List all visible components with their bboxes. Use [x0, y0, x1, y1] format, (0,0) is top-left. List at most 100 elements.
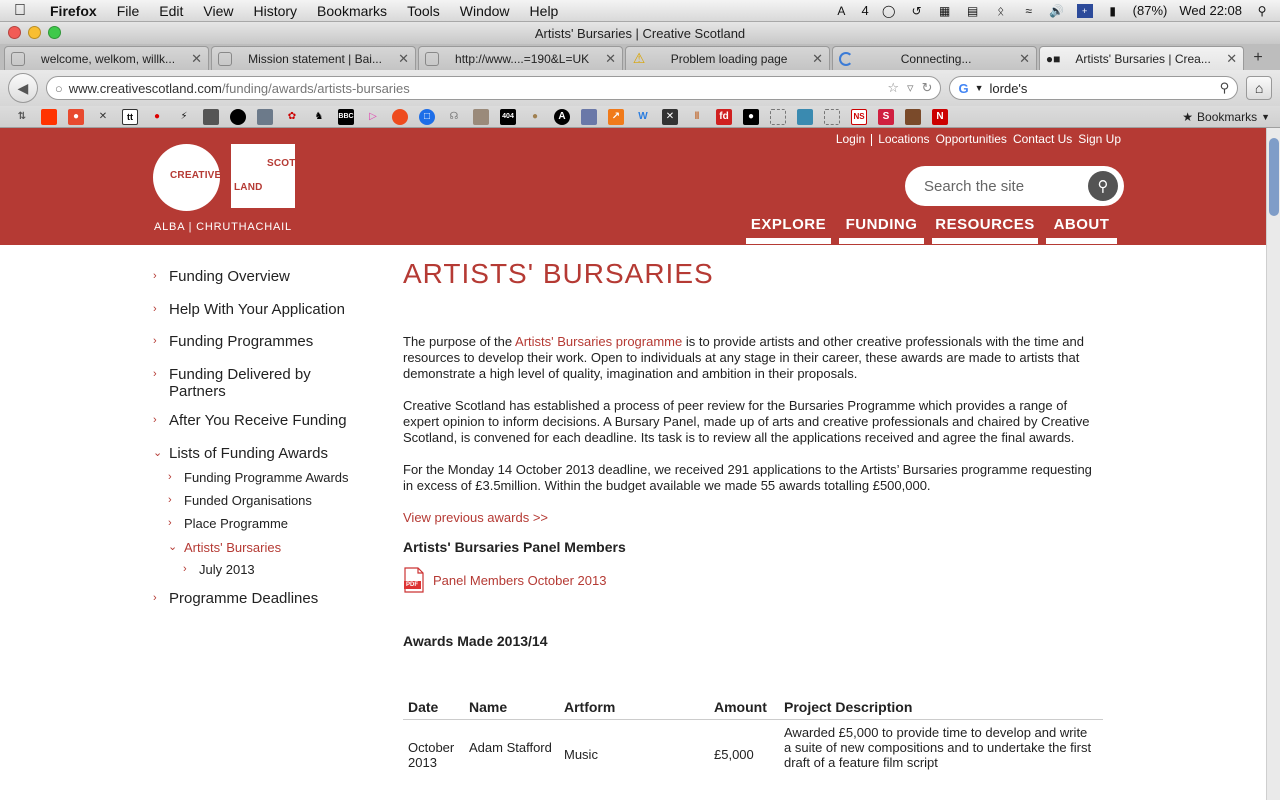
bookmark-icon[interactable]: [230, 108, 246, 125]
bookmark-icon[interactable]: 404: [500, 108, 516, 125]
page-scrollbar[interactable]: [1266, 128, 1280, 800]
sidebar-subitem-programme-awards[interactable]: › Funding Programme Awards: [168, 469, 349, 486]
bookmark-icon[interactable]: ⚡: [176, 109, 192, 125]
google-icon[interactable]: G: [958, 81, 968, 96]
reload-icon[interactable]: ↻: [922, 80, 933, 96]
bookmark-icon[interactable]: [797, 108, 813, 125]
bluetooth-icon[interactable]: ᛟ: [993, 4, 1009, 18]
bookmark-icon[interactable]: [392, 108, 408, 125]
bookmark-icon[interactable]: A: [554, 108, 570, 125]
nav-resources[interactable]: RESOURCES: [932, 216, 1038, 244]
bookmark-icon[interactable]: [473, 108, 489, 125]
tab-3[interactable]: http://www....=190&L=UK ✕: [418, 46, 624, 70]
bookmark-icon[interactable]: ✕: [95, 109, 111, 125]
sidebar-subitem-july-2013[interactable]: › July 2013: [183, 561, 255, 578]
close-icon[interactable]: ✕: [605, 51, 616, 67]
bookmark-icon[interactable]: NS: [851, 108, 867, 125]
url-bar[interactable]: ○ www.creativescotland.com/funding/award…: [45, 76, 942, 100]
site-search-input[interactable]: Search the site: [924, 178, 1024, 195]
bookmark-icon[interactable]: ▷: [365, 109, 381, 125]
menu-edit[interactable]: Edit: [149, 3, 193, 19]
time-machine-icon[interactable]: ↺: [909, 4, 925, 18]
contact-us-link[interactable]: Contact Us: [1010, 132, 1075, 146]
search-bar[interactable]: G ▼ lorde's ⚲: [949, 76, 1239, 100]
wifi-icon[interactable]: ≈: [1021, 4, 1037, 18]
nav-funding[interactable]: FUNDING: [839, 216, 924, 244]
bookmark-icon[interactable]: tt: [122, 108, 138, 125]
sidebar-item-lists-of-awards[interactable]: ⌄ Lists of Funding Awards: [153, 445, 328, 462]
tab-2[interactable]: Mission statement | Bai... ✕: [211, 46, 417, 70]
sync-icon[interactable]: ◯: [881, 4, 897, 18]
list-icon[interactable]: ▤: [965, 4, 981, 18]
nav-explore[interactable]: EXPLORE: [746, 216, 831, 244]
grid-icon[interactable]: ▦: [937, 4, 953, 18]
star-icon[interactable]: ☆: [887, 80, 899, 96]
bookmark-icon[interactable]: [905, 108, 921, 125]
menu-bookmarks[interactable]: Bookmarks: [307, 3, 397, 19]
bursaries-programme-link[interactable]: Artists' Bursaries programme: [515, 334, 682, 349]
bookmark-icon[interactable]: ⇅: [14, 109, 30, 125]
site-search-box[interactable]: Search the site ⚲: [905, 166, 1124, 206]
search-input[interactable]: lorde's: [990, 81, 1028, 96]
nav-about[interactable]: ABOUT: [1046, 216, 1117, 244]
tab-6-active[interactable]: ●■ Artists' Bursaries | Crea... ✕: [1039, 46, 1245, 70]
menu-app-firefox[interactable]: Firefox: [40, 3, 107, 19]
search-engine-dropdown-icon[interactable]: ▼: [975, 83, 984, 93]
bookmark-icon[interactable]: ●: [149, 109, 165, 125]
sidebar-item-delivered-by-partners[interactable]: › Funding Delivered by Partners: [153, 366, 353, 400]
menu-tools[interactable]: Tools: [397, 3, 450, 19]
dropdown-icon[interactable]: ▿: [907, 80, 914, 96]
sidebar-item-after-funding[interactable]: › After You Receive Funding: [153, 412, 347, 429]
menu-help[interactable]: Help: [520, 3, 569, 19]
bookmark-icon[interactable]: [203, 108, 219, 125]
scrollbar-thumb[interactable]: [1269, 138, 1279, 216]
uk-flag-icon[interactable]: +: [1076, 3, 1093, 18]
panel-members-pdf-row[interactable]: PDF Panel Members October 2013: [403, 567, 1103, 593]
bookmark-icon[interactable]: BBC: [338, 108, 354, 125]
bookmark-icon[interactable]: [41, 108, 57, 125]
bookmark-icon[interactable]: [257, 108, 273, 125]
sidebar-item-funding-programmes[interactable]: › Funding Programmes: [153, 333, 313, 350]
clock[interactable]: Wed 22:08: [1179, 3, 1242, 18]
bookmark-icon[interactable]: ↗: [608, 108, 624, 125]
bookmark-icon[interactable]: W: [635, 109, 651, 125]
bookmark-icon[interactable]: ✕: [662, 108, 678, 125]
bookmark-icon[interactable]: ‖: [689, 109, 705, 125]
sidebar-item-help[interactable]: › Help With Your Application: [153, 301, 345, 318]
adobe-icon[interactable]: A: [833, 4, 849, 18]
bookmark-icon[interactable]: ♞: [311, 109, 327, 125]
locations-link[interactable]: Locations: [875, 132, 932, 146]
tab-1[interactable]: welcome, welkom, willk... ✕: [4, 46, 210, 70]
close-icon[interactable]: ✕: [1019, 51, 1030, 67]
back-button[interactable]: ◀: [8, 73, 38, 103]
battery-icon[interactable]: ▮: [1105, 4, 1121, 18]
zoom-window-button[interactable]: [48, 26, 61, 39]
opportunities-link[interactable]: Opportunities: [933, 132, 1010, 146]
sidebar-item-programme-deadlines[interactable]: › Programme Deadlines: [153, 590, 318, 607]
close-icon[interactable]: ✕: [398, 51, 409, 67]
sign-up-link[interactable]: Sign Up: [1075, 132, 1124, 146]
bookmark-icon[interactable]: ☊: [446, 109, 462, 125]
panel-members-pdf-link[interactable]: Panel Members October 2013: [433, 573, 606, 588]
apple-icon[interactable]: : [0, 2, 40, 20]
sidebar-subitem-place-programme[interactable]: › Place Programme: [168, 515, 288, 532]
tab-5[interactable]: Connecting... ✕: [832, 46, 1038, 70]
bookmark-icon[interactable]: N: [932, 108, 948, 125]
tab-4[interactable]: ⚠ Problem loading page ✕: [625, 46, 831, 70]
bookmark-icon[interactable]: □: [419, 108, 435, 125]
menu-view[interactable]: View: [193, 3, 243, 19]
sidebar-subitem-artists-bursaries[interactable]: ⌄ Artists' Bursaries: [168, 539, 281, 556]
bookmark-icon[interactable]: [770, 108, 786, 125]
sidebar-subitem-funded-organisations[interactable]: › Funded Organisations: [168, 492, 312, 509]
logo-square[interactable]: [231, 144, 295, 208]
volume-icon[interactable]: 🔊: [1049, 4, 1065, 18]
bookmark-icon[interactable]: [824, 108, 840, 125]
home-button[interactable]: ⌂: [1246, 76, 1272, 100]
bookmark-icon[interactable]: ✿: [284, 109, 300, 125]
close-icon[interactable]: ✕: [1226, 51, 1237, 67]
view-previous-awards-link[interactable]: View previous awards >>: [403, 510, 1103, 525]
close-window-button[interactable]: [8, 26, 21, 39]
menu-window[interactable]: Window: [450, 3, 520, 19]
bookmark-icon[interactable]: ●: [743, 108, 759, 125]
close-icon[interactable]: ✕: [191, 51, 202, 67]
